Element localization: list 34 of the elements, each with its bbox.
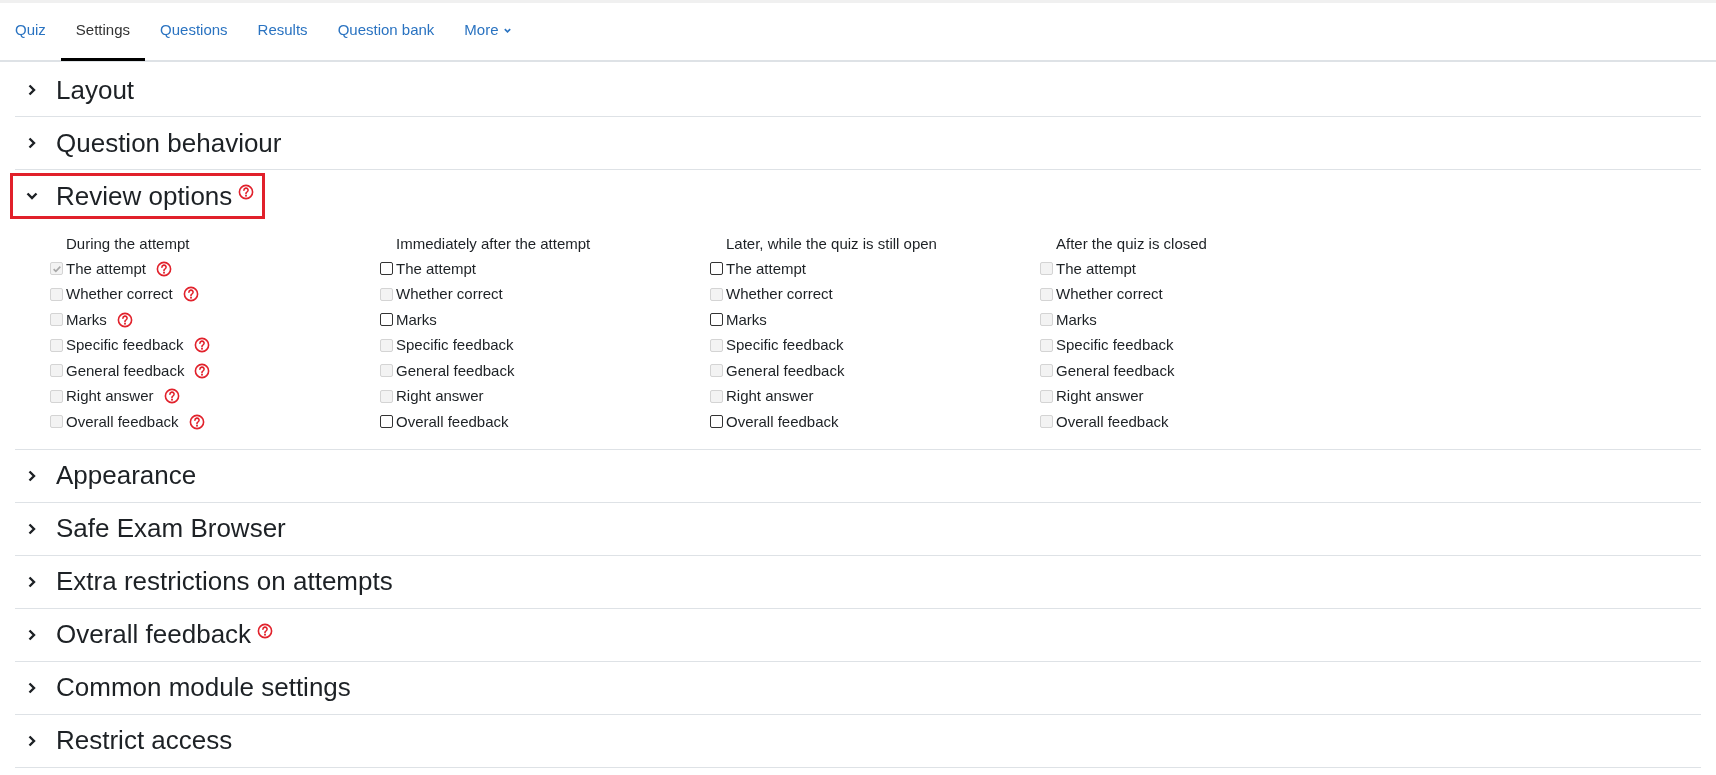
section-heading[interactable]: Restrict access — [25, 721, 233, 760]
section-heading[interactable]: Extra restrictions on attempts — [25, 562, 393, 601]
nav-tab[interactable]: Quiz — [0, 3, 61, 61]
section-heading[interactable]: Appearance — [25, 456, 197, 495]
column-heading: Immediately after the attempt — [395, 234, 592, 254]
option-label[interactable]: Overall feedback — [396, 410, 509, 433]
help-icon[interactable] — [257, 622, 274, 639]
option-label[interactable]: The attempt — [726, 257, 807, 280]
section-heading[interactable]: Review options — [25, 176, 233, 216]
column-heading: After the quiz is closed — [1055, 234, 1208, 254]
nav-tab[interactable]: Settings — [60, 3, 146, 61]
checkbox[interactable] — [710, 262, 723, 276]
chevron-down-icon — [502, 26, 512, 35]
section-heading[interactable]: Overall feedback — [25, 615, 252, 654]
checkbox[interactable] — [710, 415, 723, 429]
section-heading[interactable]: Safe Exam Browser — [25, 509, 286, 548]
option-label[interactable]: Marks — [726, 308, 767, 331]
nav-tab[interactable]: Question bank — [322, 3, 450, 61]
section-heading[interactable]: Layout — [25, 70, 135, 110]
nav-tab[interactable]: More — [449, 3, 527, 61]
column-heading: During the attempt — [65, 234, 191, 254]
section-heading[interactable]: Common module settings — [25, 668, 351, 707]
option-label[interactable]: Overall feedback — [726, 410, 839, 433]
option-label[interactable]: The attempt — [396, 257, 477, 280]
nav-tab[interactable]: Questions — [145, 3, 243, 61]
option-label[interactable]: Marks — [396, 308, 437, 331]
checkbox[interactable] — [380, 313, 393, 327]
checkbox[interactable] — [380, 262, 393, 276]
nav-tab[interactable]: Results — [242, 3, 323, 61]
checkbox[interactable] — [380, 415, 393, 429]
section-heading[interactable]: Question behaviour — [25, 123, 282, 163]
help-icon[interactable] — [238, 184, 255, 200]
checkbox[interactable] — [710, 313, 723, 327]
column-heading: Later, while the quiz is still open — [725, 234, 938, 254]
